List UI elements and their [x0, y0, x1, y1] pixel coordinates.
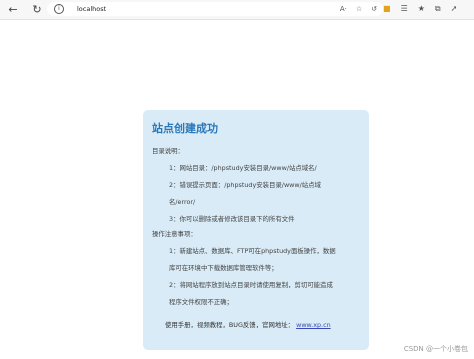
official-site-link[interactable]: www.xp.cn	[296, 321, 331, 329]
site-info-icon[interactable]: i	[54, 4, 64, 14]
favorite-star-icon[interactable]: ☆	[356, 4, 362, 14]
footer-text: 使用手册，视频教程，BUG反馈，官网地址：	[165, 321, 295, 329]
extensions-icon[interactable]: ☰	[401, 3, 408, 15]
back-arrow-icon[interactable]: ←	[6, 3, 20, 17]
favorites-icon[interactable]: ★	[418, 3, 425, 15]
dir-item-2-cont: 名/error/	[169, 198, 196, 206]
dir-item-3: 3：你可以删除或者修改该目录下的所有文件	[169, 215, 295, 223]
url-text: localhost	[77, 5, 107, 13]
dir-item-1: 1：网站目录：/phpstudy安装目录/www/站点域名/	[169, 164, 317, 172]
read-aloud-icon[interactable]: A·	[340, 4, 347, 14]
ops-header: 操作注意事项：	[152, 230, 197, 238]
card-footer: 使用手册，视频教程，BUG反馈，官网地址： www.xp.cn	[152, 320, 360, 329]
share-icon[interactable]: ➚	[451, 3, 458, 15]
address-bar[interactable]: i localhost A· ☆ ↺	[47, 2, 383, 16]
browser-toolbar: ← ↻ i localhost A· ☆ ↺ ■ ☰ ★ ⧉ ➚	[0, 0, 474, 20]
watermark: CSDN @一个小卷包	[403, 345, 468, 353]
ops-item-2: 2：将网站程序放到站点目录时请使用复制，剪切可能造成	[169, 281, 333, 289]
collections-icon[interactable]: ⧉	[435, 3, 441, 15]
reload-icon[interactable]: ↻	[30, 3, 44, 17]
ops-item-2-cont: 程序文件权限不正确；	[169, 298, 233, 306]
ops-item-1: 1：新建站点、数据库、FTP可在phpstudy面板操作，数据	[169, 247, 336, 255]
refresh-sync-icon[interactable]: ↺	[371, 4, 377, 14]
folder-icon[interactable]: ■	[383, 3, 391, 15]
dir-item-2: 2：错误提示页面：/phpstudy安装目录/www/站点域	[169, 181, 321, 189]
card-title: 站点创建成功	[152, 122, 218, 135]
ops-item-1-cont: 库可在环境中下载数据库管理软件等；	[169, 264, 278, 272]
dir-header: 目录说明：	[152, 147, 184, 155]
success-card: 站点创建成功 目录说明： 1：网站目录：/phpstudy安装目录/www/站点…	[143, 110, 369, 350]
